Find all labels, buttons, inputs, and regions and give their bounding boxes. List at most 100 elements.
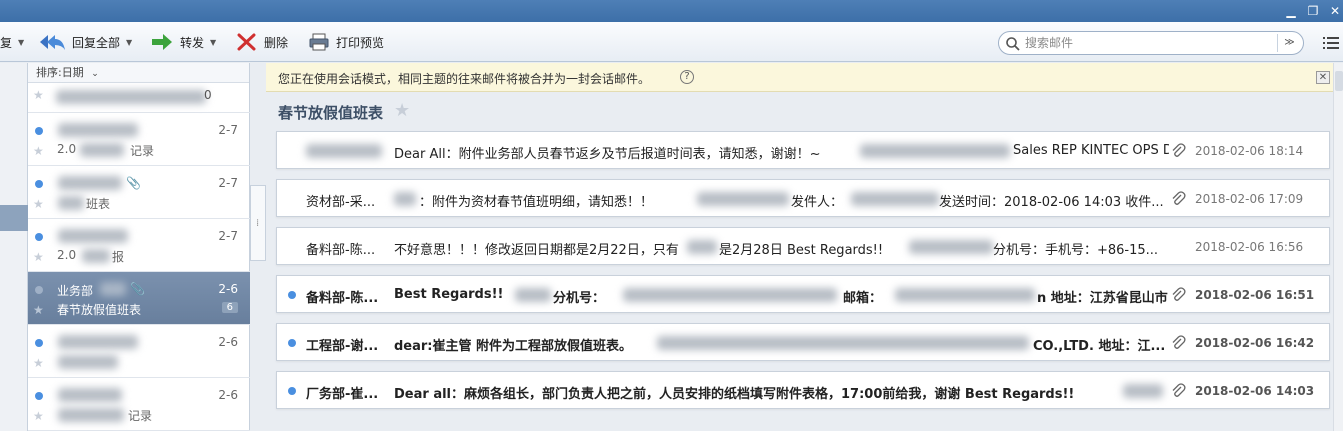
redacted-sender — [58, 123, 138, 137]
reply-all-button[interactable]: 回复全部 ▼ — [38, 22, 132, 62]
star-icon[interactable]: ★ — [33, 197, 44, 211]
redacted-subject — [82, 249, 110, 263]
conversation-title: 春节放假值班表 — [278, 104, 384, 122]
delete-label: 删除 — [264, 35, 289, 50]
chevron-down-icon[interactable]: ▼ — [126, 38, 132, 47]
message-date: 2018-02-06 16:51 — [1195, 288, 1315, 302]
list-item-date: 2-6 — [218, 282, 238, 296]
chevron-down-icon[interactable]: ▼ — [18, 38, 24, 47]
conversation-message-row[interactable]: 工程部-谢... dear:崔主管 附件为工程部放假值班表。 CO.,LTD. … — [276, 323, 1330, 361]
unread-dot-icon — [35, 180, 43, 188]
message-preview: dear:崔主管 附件为工程部放假值班表。 — [394, 339, 633, 354]
search-input[interactable] — [1025, 34, 1271, 52]
list-item[interactable]: 📎 2-7 ★ 班表 — [28, 166, 250, 219]
delete-button[interactable]: 删除 — [236, 22, 288, 62]
list-item-subject-tail: 班表 — [86, 197, 111, 211]
selected-folder[interactable] — [0, 205, 28, 231]
splitter-handle[interactable]: ⁞ — [250, 185, 266, 261]
message-preview-mid: 是2月28日 Best Regards!! — [719, 243, 884, 258]
list-item[interactable]: 2-6 ★ 记录 — [28, 378, 250, 431]
star-icon[interactable]: ★ — [33, 88, 44, 102]
list-item-date: 2-6 — [218, 335, 238, 349]
attachment-icon — [1172, 191, 1186, 205]
list-item-subject: 春节放假值班表 — [57, 303, 142, 317]
message-preview: Dear All：附件业务部人员春节返乡及节后报道时间表，请知悉，谢谢！~ — [394, 147, 821, 162]
help-icon[interactable]: ? — [680, 70, 694, 84]
redacted-text — [394, 192, 416, 206]
reply-all-label: 回复全部 — [72, 35, 121, 50]
redacted-text — [909, 240, 993, 254]
forward-button[interactable]: 转发 ▼ — [150, 22, 216, 62]
list-item-selected[interactable]: 业务部 📎 2-6 ★ 春节放假值班表 6 — [28, 272, 250, 325]
restore-icon[interactable]: ❐ — [1302, 2, 1324, 20]
minimize-icon[interactable]: ▁ — [1280, 2, 1302, 20]
star-icon[interactable]: ★ — [33, 250, 44, 264]
redacted-text — [895, 288, 1035, 302]
search-icon — [1006, 37, 1020, 51]
unread-dot-icon — [35, 233, 43, 241]
sort-dropdown[interactable]: 排序:日期 ⌄ — [28, 63, 249, 83]
attachment-icon: 📎 — [130, 282, 145, 296]
message-preview-end: n 地址：江苏省昆山市... — [1037, 291, 1169, 306]
list-item[interactable]: 2-6 ★ — [28, 325, 250, 378]
list-item-date: 2-7 — [218, 176, 238, 190]
redacted-text — [860, 144, 1010, 158]
list-item[interactable]: 2-7 ★ 2.0 记录 — [28, 113, 250, 166]
attachment-icon — [1172, 287, 1186, 301]
conversation-message-row[interactable]: 资材部-采... ：附件为资材春节值班明细，请知悉！！ 发件人： 发送时间：20… — [276, 179, 1330, 217]
message-preview-tail: CO.,LTD. 地址：江... — [1033, 339, 1166, 354]
search-box[interactable]: ≫ — [998, 31, 1304, 55]
attachment-icon — [1172, 143, 1186, 157]
chevron-down-icon[interactable]: ▼ — [210, 38, 216, 47]
redacted-text — [515, 288, 551, 302]
redacted-sender — [306, 144, 382, 158]
message-preview: Best Regards!! — [394, 287, 504, 302]
unread-dot-icon — [35, 392, 43, 400]
message-list: 排序:日期 ⌄ ★ 0 2-7 ★ 2.0 记录 📎 2-7 ★ 班表 2-7 … — [28, 63, 250, 431]
toolbar: 复 ▼ 回复全部 ▼ 转发 ▼ 删除 打印预览 搜索邮件 ≫ — [0, 22, 1343, 62]
redacted-text — [623, 288, 837, 302]
list-item-subject: 2.0 — [57, 142, 77, 156]
redacted-sender — [58, 176, 122, 190]
scrollbar-thumb[interactable] — [1335, 71, 1343, 91]
conversation-message-row[interactable]: 厂务部-崔... Dear all：麻烦各组长，部门负责人把之前，人员安排的纸档… — [276, 371, 1330, 409]
star-icon[interactable]: ★ — [33, 356, 44, 370]
attachment-icon: 📎 — [126, 176, 141, 190]
list-item-date: 2-7 — [218, 123, 238, 137]
star-icon[interactable]: ★ — [33, 144, 44, 158]
reply-button[interactable]: 复 ▼ — [0, 22, 24, 62]
print-preview-button[interactable]: 打印预览 — [308, 22, 384, 62]
star-icon[interactable]: ★ — [33, 409, 44, 423]
chevron-down-icon: ⌄ — [91, 69, 99, 79]
star-icon[interactable]: ★ — [394, 100, 410, 121]
title-bar: ▁ ❐ ✕ — [0, 0, 1343, 22]
message-preview-tail: 邮箱： — [843, 291, 883, 306]
redacted-subject — [58, 196, 84, 210]
list-item[interactable]: ★ 0 — [28, 83, 250, 113]
close-icon[interactable]: ✕ — [1324, 2, 1343, 20]
list-item-date: 2-7 — [218, 229, 238, 243]
list-item[interactable]: 2-7 ★ 2.0 报 — [28, 219, 250, 272]
vertical-scrollbar[interactable] — [1333, 63, 1343, 431]
conversation-message-row[interactable]: Dear All：附件业务部人员春节返乡及节后报道时间表，请知悉，谢谢！~ Sa… — [276, 131, 1330, 169]
list-item-subject-tail: 记录 — [130, 144, 155, 158]
conversation-message-row[interactable]: 备料部-陈... Best Regards!! 分机号： 邮箱： n 地址：江苏… — [276, 275, 1330, 313]
redacted-text — [697, 192, 789, 206]
close-icon[interactable]: ✕ — [1316, 71, 1330, 84]
list-item-subject-tail: 记录 — [128, 409, 153, 423]
message-preview: Dear all：麻烦各组长，部门负责人把之前，人员安排的纸档填写附件表格，17… — [394, 387, 1075, 402]
unread-dot-icon — [288, 387, 296, 395]
star-icon[interactable]: ★ — [33, 303, 44, 317]
reply-all-icon — [40, 35, 65, 50]
search-options-chevron-icon[interactable]: ≫ — [1277, 34, 1301, 52]
message-preview: ：附件为资材春节值班明细，请知悉！！ — [419, 195, 654, 210]
redacted-sender — [58, 388, 122, 402]
redacted-sender — [58, 229, 128, 243]
forward-arrow-icon — [152, 34, 172, 50]
conversation-message-row[interactable]: 备料部-陈... 不好意思！！！修改返回日期都是2月22日，只有 是2月28日 … — [276, 227, 1330, 265]
menu-icon[interactable] — [1323, 36, 1339, 50]
list-item-sender: 业务部 — [57, 284, 94, 298]
list-item-subject: 2.0 — [57, 248, 77, 262]
redacted-text — [56, 90, 206, 104]
read-dot-icon — [35, 286, 43, 294]
